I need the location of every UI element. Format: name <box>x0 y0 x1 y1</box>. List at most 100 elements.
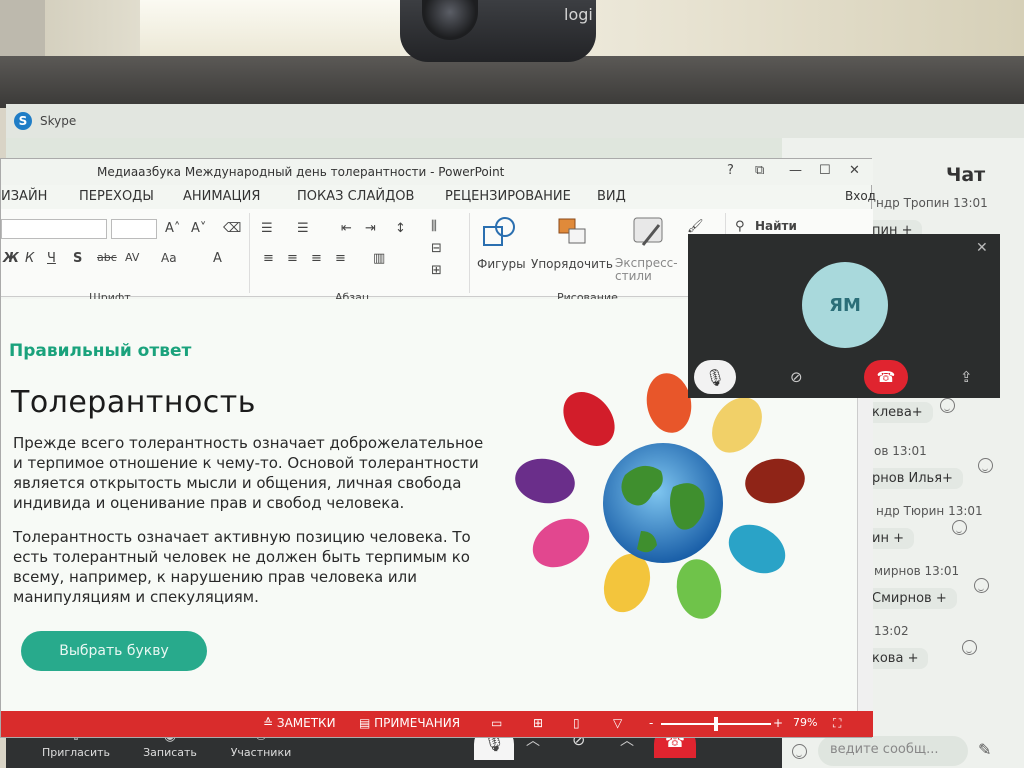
background-curtain <box>0 0 45 60</box>
smartart-icon[interactable]: ⊞ <box>431 263 442 278</box>
call-preview-window[interactable]: ✕ ЯМ 🎙 ⊘ ☎ ⇪ <box>688 234 1000 398</box>
emoji-react-icon[interactable] <box>974 578 989 593</box>
slide-paragraph-2: Толерантность означает активную позицию … <box>13 528 471 606</box>
slide-sorter-icon[interactable]: ⊞ <box>533 716 543 730</box>
font-name-select[interactable] <box>1 219 107 239</box>
zoom-level[interactable]: 79% <box>793 716 817 729</box>
tab-animation[interactable]: АНИМАЦИЯ <box>183 189 260 204</box>
close-button[interactable]: ✕ <box>849 163 860 178</box>
emoji-react-icon[interactable] <box>940 398 955 413</box>
chat-message-meta: 13:02 <box>874 624 909 638</box>
correct-answer-label: Правильный ответ <box>9 341 192 361</box>
choose-letter-button[interactable]: Выбрать букву <box>21 631 207 671</box>
quick-styles-icon[interactable] <box>631 215 667 251</box>
align-left-icon[interactable]: ≡ <box>263 251 274 266</box>
comments-button[interactable]: ▤ ПРИМЕЧАНИЯ <box>359 716 460 730</box>
globe-hands-image <box>515 373 805 619</box>
reading-view-icon[interactable]: ▯ <box>573 716 580 730</box>
emoji-react-icon[interactable] <box>962 640 977 655</box>
arrange-button[interactable]: Упорядочить <box>531 257 613 271</box>
background-window <box>140 0 400 56</box>
change-case-icon[interactable]: Aa <box>161 251 177 265</box>
font-size-select[interactable] <box>111 219 157 239</box>
strikethrough-icon[interactable]: abc <box>97 251 117 264</box>
slideshow-icon[interactable]: ▽ <box>613 716 622 730</box>
emoji-react-icon[interactable] <box>978 458 993 473</box>
text-direction-icon[interactable]: ⫼ <box>431 219 437 234</box>
skype-titlebar: S Skype <box>6 104 1024 138</box>
shapes-button[interactable]: Фигуры <box>477 257 526 271</box>
underline-icon[interactable]: Ч <box>47 251 56 266</box>
status-bar: ≙ ЗАМЕТКИ ▤ ПРИМЕЧАНИЯ ▭ ⊞ ▯ ▽ - + 79% ⛶ <box>1 711 873 737</box>
align-center-icon[interactable]: ≡ <box>287 251 298 266</box>
bullets-icon[interactable]: ☰ <box>261 221 273 236</box>
line-spacing-icon[interactable]: ↕ <box>395 221 406 236</box>
globe <box>603 443 723 563</box>
video-off-icon[interactable]: ⊘ <box>790 368 803 386</box>
skype-title: Skype <box>40 114 77 128</box>
chat-message-meta: мирнов 13:01 <box>874 564 960 578</box>
fit-slide-icon[interactable]: ⛶ <box>833 716 841 731</box>
char-spacing-icon[interactable]: AV <box>125 251 139 264</box>
hang-up-icon: ☎ <box>876 368 896 386</box>
chat-message-meta: ндр Тюрин 13:01 <box>876 504 983 518</box>
numbering-icon[interactable]: ☰ <box>297 221 309 236</box>
align-right-icon[interactable]: ≡ <box>311 251 322 266</box>
tab-view[interactable]: ВИД <box>597 189 626 204</box>
binoculars-icon: ⚲ <box>735 219 745 234</box>
font-grow-icon[interactable]: A˄ <box>165 221 180 236</box>
tab-review[interactable]: РЕЦЕНЗИРОВАНИЕ <box>445 189 571 204</box>
minimize-button[interactable]: — <box>789 163 802 178</box>
emoji-react-icon[interactable] <box>952 520 967 535</box>
webcam-logo: logi <box>564 5 593 24</box>
clear-format-icon[interactable]: ⌫ <box>223 221 241 236</box>
zoom-in-button[interactable]: + <box>773 716 783 730</box>
ribbon-display-icon[interactable]: ⧉ <box>755 163 764 178</box>
end-call-button[interactable]: ☎ <box>864 360 908 394</box>
chat-message-meta: ов 13:01 <box>874 444 927 458</box>
decrease-indent-icon[interactable]: ⇤ <box>341 221 352 236</box>
monitor-bezel <box>0 56 1024 108</box>
normal-view-icon[interactable]: ▭ <box>491 716 502 730</box>
font-color-icon[interactable]: A <box>213 251 222 266</box>
notes-button[interactable]: ≙ ЗАМЕТКИ <box>263 716 336 730</box>
chat-header: Чат <box>946 164 986 186</box>
columns-icon[interactable]: ▥ <box>373 251 385 266</box>
signin-link[interactable]: Вход <box>845 189 876 203</box>
italic-icon[interactable]: К <box>25 251 34 266</box>
justify-icon[interactable]: ≡ <box>335 251 346 266</box>
help-button[interactable]: ? <box>727 163 734 178</box>
chat-message[interactable]: Смирнов + <box>862 588 957 609</box>
fill-bucket-icon[interactable]: 🖌 <box>687 219 704 234</box>
find-button[interactable]: Найти <box>755 219 797 233</box>
ribbon-separator <box>249 213 250 293</box>
maximize-button[interactable]: ☐ <box>819 163 831 178</box>
zoom-out-button[interactable]: - <box>649 716 653 730</box>
window-title: Медиаазбука Международный день толерантн… <box>97 165 505 179</box>
increase-indent-icon[interactable]: ⇥ <box>365 221 376 236</box>
skype-logo-icon: S <box>14 112 32 130</box>
close-icon[interactable]: ✕ <box>976 240 988 256</box>
powerpoint-titlebar: Медиаазбука Международный день толерантн… <box>1 159 873 185</box>
zoom-slider-thumb[interactable] <box>714 717 718 731</box>
shadow-icon[interactable]: S <box>73 251 82 266</box>
slide-title: Толерантность <box>11 385 256 420</box>
tab-slideshow[interactable]: ПОКАЗ СЛАЙДОВ <box>297 189 414 204</box>
arrange-icon[interactable] <box>557 217 591 249</box>
avatar: ЯМ <box>802 262 888 348</box>
chat-message[interactable]: рнов Илья+ <box>862 468 963 489</box>
chat-message-input[interactable]: ведите сообщ... <box>818 736 968 766</box>
tab-design[interactable]: ИЗАЙН <box>1 189 47 204</box>
quick-styles-button[interactable]: Экспресс- стили <box>615 257 685 283</box>
align-text-icon[interactable]: ⊟ <box>431 241 442 256</box>
slide-paragraph-1: Прежде всего толерантность означает добр… <box>13 434 484 512</box>
bold-icon[interactable]: Ж <box>3 251 19 266</box>
emoji-picker-icon[interactable] <box>792 744 807 759</box>
tab-transitions[interactable]: ПЕРЕХОДЫ <box>79 189 154 204</box>
pen-icon[interactable]: ✎ <box>978 740 991 759</box>
font-shrink-icon[interactable]: A˅ <box>191 221 206 236</box>
mute-mic-button[interactable]: 🎙 <box>694 360 736 394</box>
shapes-icon[interactable] <box>481 215 521 251</box>
microphone-icon: 🎙 <box>704 367 726 387</box>
share-screen-icon[interactable]: ⇪ <box>960 368 973 386</box>
